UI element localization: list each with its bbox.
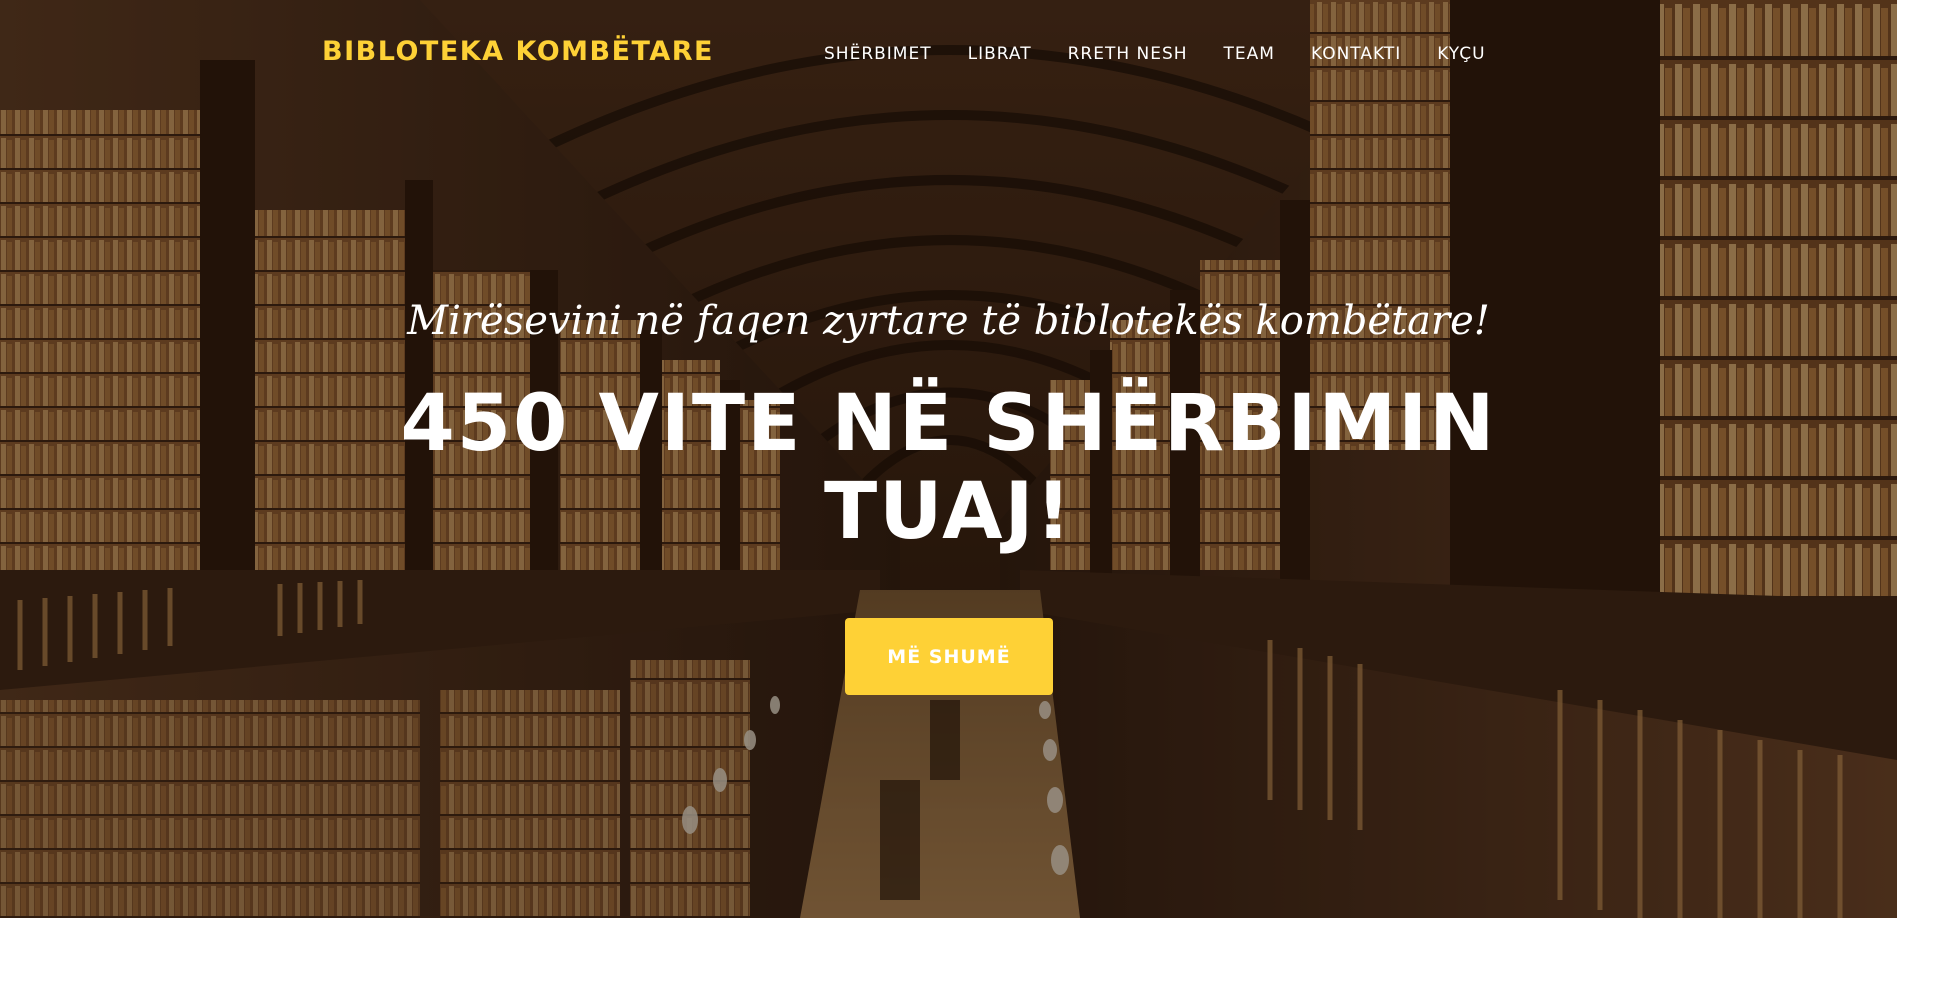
hero-heading: 450 VITE NË SHËRBIMIN TUAJ! (400, 379, 1497, 557)
nav-item-team[interactable]: TEAM (1206, 44, 1293, 64)
brand-logo[interactable]: BIBLOTEKA KOMBËTARE (322, 36, 714, 67)
nav-item-sherbimet[interactable]: SHËRBIMET (824, 44, 950, 64)
hero-section: BIBLOTEKA KOMBËTARE SHËRBIMET LIBRAT RRE… (0, 0, 1897, 918)
navbar: BIBLOTEKA KOMBËTARE SHËRBIMET LIBRAT RRE… (0, 0, 1897, 110)
hero-subheading: Mirësevini në faqen zyrtare të biblotekë… (407, 298, 1490, 344)
nav-item-librat[interactable]: LIBRAT (950, 44, 1050, 64)
nav-item-kycu[interactable]: KYÇU (1419, 44, 1503, 64)
more-button[interactable]: MË SHUMË (845, 618, 1053, 695)
nav-menu: SHËRBIMET LIBRAT RRETH NESH TEAM KONTAKT… (824, 44, 1504, 64)
nav-item-kontakti[interactable]: KONTAKTI (1293, 44, 1419, 64)
nav-item-rreth-nesh[interactable]: RRETH NESH (1050, 44, 1206, 64)
